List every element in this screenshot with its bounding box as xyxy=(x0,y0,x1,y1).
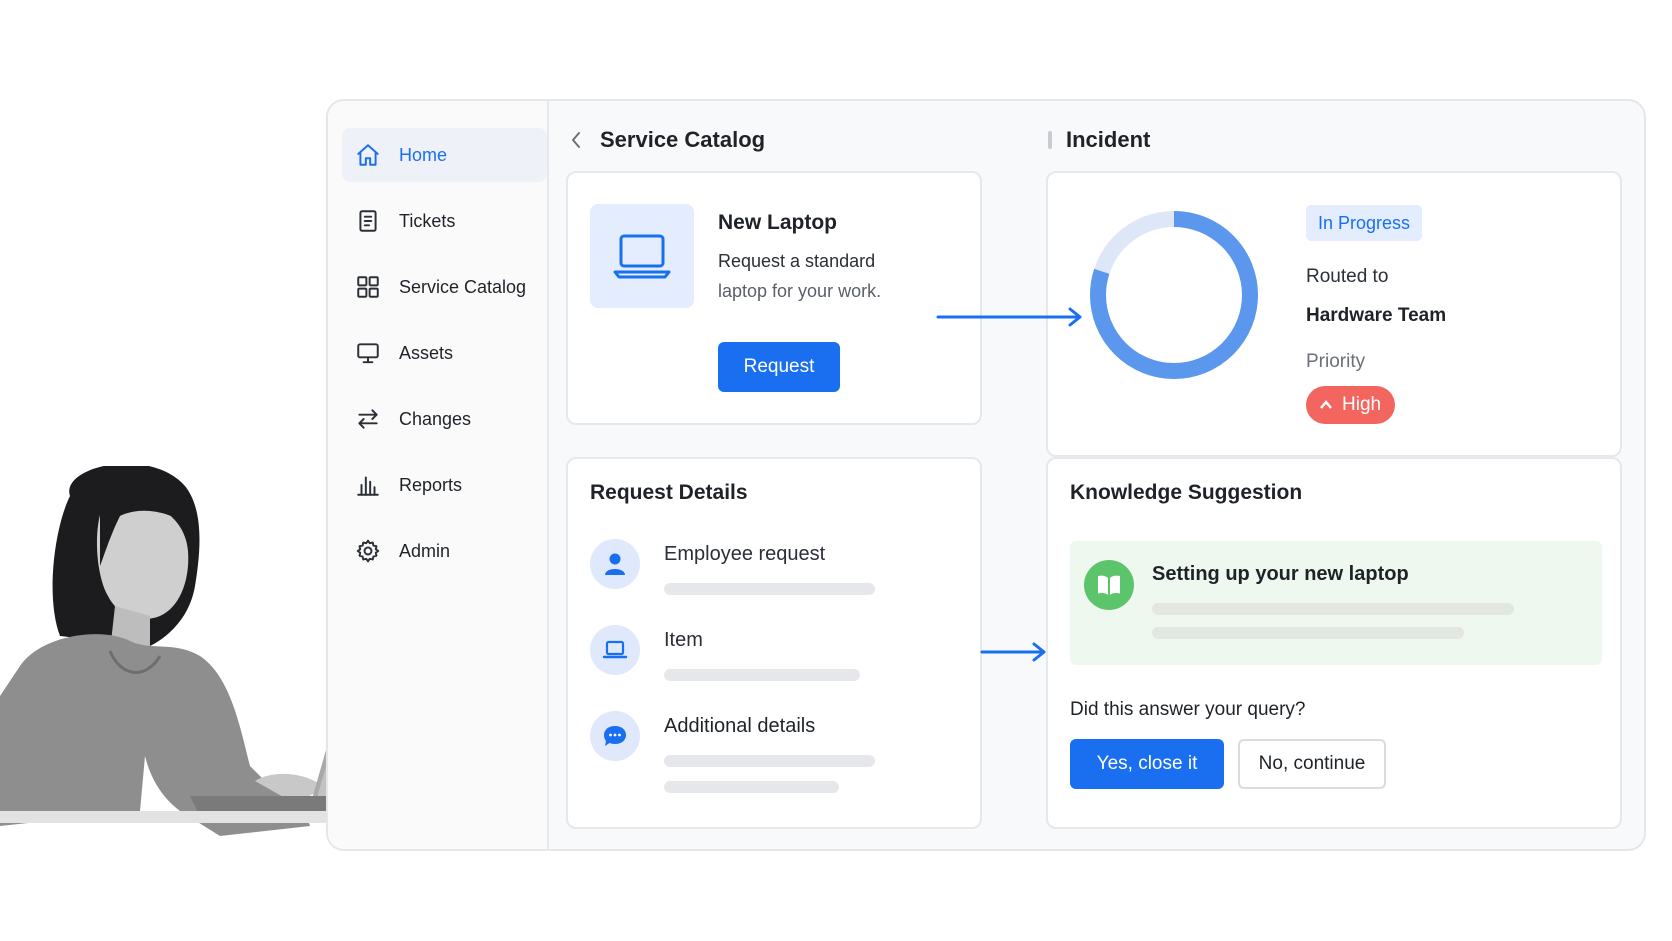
ticket-icon xyxy=(354,207,382,235)
laptop-icon xyxy=(613,234,671,279)
user-icon xyxy=(590,539,640,589)
section-title: Incident xyxy=(1066,127,1151,152)
sidebar-item-admin[interactable]: Admin xyxy=(342,524,547,578)
placeholder-line xyxy=(1152,603,1514,615)
sidebar-item-assets[interactable]: Assets xyxy=(342,326,547,380)
no-continue-button[interactable]: No, continue xyxy=(1238,739,1386,789)
swap-arrows-icon xyxy=(354,405,382,433)
priority-badge: High xyxy=(1306,386,1396,424)
kb-article-title: Setting up your new laptop xyxy=(1152,563,1409,585)
placeholder-line xyxy=(664,583,875,595)
grid-icon xyxy=(354,273,382,301)
bar-chart-icon xyxy=(354,471,382,499)
card-title: Knowledge Suggestion xyxy=(1070,481,1303,504)
knowledge-suggestion-card: Knowledge Suggestion Setting up your new… xyxy=(1046,457,1622,829)
detail-row-label: Additional details xyxy=(664,715,816,737)
monitor-icon xyxy=(354,339,382,367)
sidebar-item-label: Service Catalog xyxy=(399,276,527,297)
laptop-tile xyxy=(590,204,694,308)
routed-team: Hardware Team xyxy=(1306,305,1447,326)
priority-label: Priority xyxy=(1306,351,1366,372)
chat-icon xyxy=(590,711,640,761)
service-catalog-header: Service Catalog xyxy=(568,125,765,155)
sidebar-item-home[interactable]: Home xyxy=(342,128,547,182)
kb-article-suggestion[interactable]: Setting up your new laptop xyxy=(1070,541,1602,665)
placeholder-line xyxy=(1152,627,1464,639)
section-title: Service Catalog xyxy=(600,127,766,152)
sidebar-item-label: Changes xyxy=(399,408,472,429)
status-badge: In Progress xyxy=(1306,205,1423,241)
book-icon xyxy=(1084,560,1134,610)
divider-mark xyxy=(1048,131,1052,149)
catalog-item-desc-line1: Request a standard xyxy=(718,251,876,271)
yes-close-button[interactable]: Yes, close it xyxy=(1070,739,1224,789)
service-desk-app-window: Home Tickets Service Catalog Assets Chan… xyxy=(326,99,1646,851)
progress-ring xyxy=(1090,211,1258,379)
home-icon xyxy=(354,141,382,169)
sidebar-item-label: Reports xyxy=(399,474,463,495)
catalog-item-desc-line2: laptop for your work. xyxy=(718,281,882,301)
sidebar-item-changes[interactable]: Changes xyxy=(342,392,547,446)
catalog-item-card: New Laptop Request a standard laptop for… xyxy=(566,171,982,425)
incident-card: In Progress Routed to Hardware Team Prio… xyxy=(1046,171,1622,457)
detail-row-label: Item xyxy=(664,629,703,651)
request-details-card: Request Details Employee request Item Ad… xyxy=(566,457,982,829)
priority-value: High xyxy=(1342,394,1382,415)
feedback-question: Did this answer your query? xyxy=(1070,699,1306,720)
arrow-right-icon xyxy=(936,307,1082,327)
chevron-left-icon[interactable] xyxy=(568,131,584,149)
card-title: Request Details xyxy=(590,481,748,504)
placeholder-line xyxy=(664,755,875,767)
sidebar-item-reports[interactable]: Reports xyxy=(342,458,547,512)
sidebar-item-label: Assets xyxy=(399,342,454,363)
placeholder-line xyxy=(664,781,839,793)
sidebar-item-label: Tickets xyxy=(399,210,456,231)
sidebar-item-label: Home xyxy=(399,144,448,165)
incident-header: Incident xyxy=(1048,125,1150,155)
gear-icon xyxy=(354,537,382,565)
arrow-right-icon xyxy=(980,642,1046,662)
request-button[interactable]: Request xyxy=(718,342,840,392)
detail-row-label: Employee request xyxy=(664,543,826,565)
chevron-up-icon xyxy=(1320,400,1332,409)
laptop-icon xyxy=(590,625,640,675)
sidebar-item-service-catalog[interactable]: Service Catalog xyxy=(342,260,547,314)
catalog-item-title: New Laptop xyxy=(718,211,837,234)
sidebar-item-tickets[interactable]: Tickets xyxy=(342,194,547,248)
sidebar: Home Tickets Service Catalog Assets Chan… xyxy=(328,101,549,849)
sidebar-item-label: Admin xyxy=(399,540,451,561)
routed-label: Routed to xyxy=(1306,266,1389,287)
placeholder-line xyxy=(664,669,860,681)
